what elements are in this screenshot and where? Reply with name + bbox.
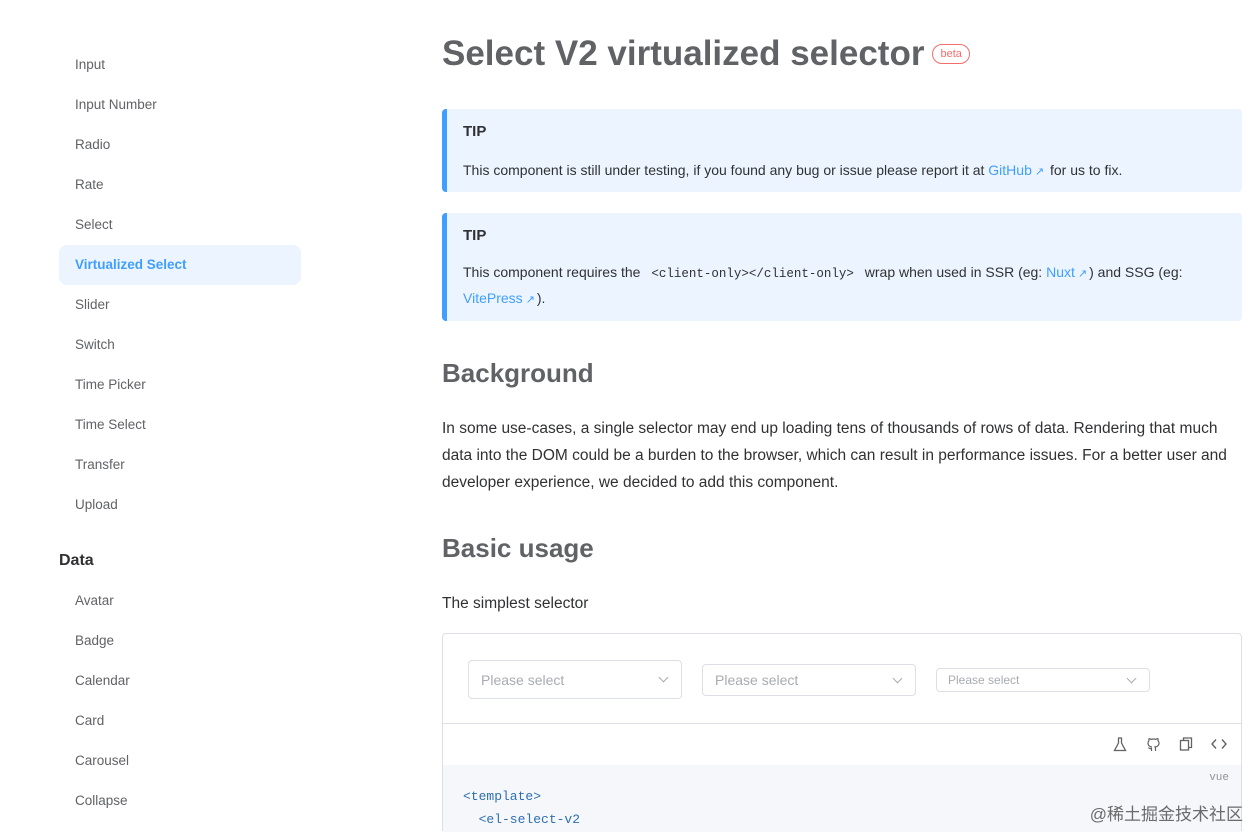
sidebar-item-upload[interactable]: Upload: [59, 485, 301, 525]
sidebar-item-badge[interactable]: Badge: [59, 621, 301, 661]
select-small[interactable]: Please select: [936, 668, 1150, 692]
tip-text-part: for us to fix.: [1046, 162, 1122, 178]
beta-badge: beta: [932, 44, 969, 64]
tip-text-part: wrap when used in SSR (eg:: [861, 264, 1046, 280]
code-lang-label: vue: [1209, 772, 1229, 784]
page-title-text: Select V2 virtualized selector: [442, 34, 924, 74]
tip-title: TIP: [463, 227, 1226, 244]
nuxt-link-label: Nuxt: [1046, 264, 1075, 280]
nuxt-link[interactable]: Nuxt↗: [1046, 264, 1089, 280]
sidebar-item-carousel[interactable]: Carousel: [59, 741, 301, 781]
copy-icon[interactable]: [1178, 736, 1194, 752]
sidebar-item-input[interactable]: Input: [59, 45, 301, 85]
github-link-label: GitHub: [988, 162, 1032, 178]
select-placeholder: Please select: [715, 672, 798, 688]
tip-text-part: This component requires the: [463, 264, 644, 280]
sidebar-item-avatar[interactable]: Avatar: [59, 581, 301, 621]
github-icon[interactable]: [1145, 736, 1161, 752]
tip-text: This component is still under testing, i…: [463, 158, 1226, 184]
tip-text-part: ).: [537, 290, 546, 306]
tip-text-part: ) and SSG (eg:: [1089, 264, 1182, 280]
select-placeholder: Please select: [481, 672, 564, 688]
tip-testing: TIP This component is still under testin…: [442, 109, 1242, 192]
sidebar-item-calendar[interactable]: Calendar: [59, 661, 301, 701]
tip-text: This component requires the <client-only…: [463, 260, 1226, 312]
sidebar-group-data: Data: [59, 552, 94, 570]
sidebar-item-switch[interactable]: Switch: [59, 325, 301, 365]
select-placeholder: Please select: [948, 673, 1019, 687]
flask-icon[interactable]: [1112, 736, 1128, 752]
sidebar-item-card[interactable]: Card: [59, 701, 301, 741]
sidebar-item-time-select[interactable]: Time Select: [59, 405, 301, 445]
sidebar-item-slider[interactable]: Slider: [59, 285, 301, 325]
inline-code: <client-only></client-only>: [644, 265, 861, 283]
watermark: @稀土掘金技术社区: [1090, 800, 1243, 825]
external-link-icon: ↗: [526, 288, 535, 312]
sidebar-item-radio[interactable]: Radio: [59, 125, 301, 165]
tip-title: TIP: [463, 123, 1226, 140]
page-title: Select V2 virtualized selector beta: [442, 34, 970, 74]
sidebar-item-input-number[interactable]: Input Number: [59, 85, 301, 125]
sidebar-item-select[interactable]: Select: [59, 205, 301, 245]
sidebar-item-rate[interactable]: Rate: [59, 165, 301, 205]
github-link[interactable]: GitHub↗: [988, 162, 1046, 178]
chevron-down-icon: [1127, 673, 1137, 683]
code-icon[interactable]: [1211, 736, 1227, 752]
sidebar-item-transfer[interactable]: Transfer: [59, 445, 301, 485]
select-large[interactable]: Please select: [468, 660, 682, 699]
background-paragraph: In some use-cases, a single selector may…: [442, 415, 1232, 496]
vitepress-link-label: VitePress: [463, 290, 523, 306]
background-heading: Background: [442, 358, 594, 389]
tip-ssr: TIP This component requires the <client-…: [442, 213, 1242, 321]
chevron-down-icon: [893, 673, 903, 683]
external-link-icon: ↗: [1035, 160, 1044, 184]
basic-usage-heading: Basic usage: [442, 533, 594, 564]
demo-toolbar: [1112, 736, 1227, 752]
tip-text-part: This component is still under testing, i…: [463, 162, 988, 178]
external-link-icon: ↗: [1078, 262, 1087, 286]
demo-divider: [443, 723, 1241, 724]
code-line: <el-select-v2: [463, 812, 580, 827]
sidebar-item-time-picker[interactable]: Time Picker: [59, 365, 301, 405]
sidebar-item-collapse[interactable]: Collapse: [59, 781, 301, 821]
select-default[interactable]: Please select: [702, 664, 916, 696]
basic-usage-description: The simplest selector: [442, 590, 1232, 617]
sidebar-item-virtualized-select[interactable]: Virtualized Select: [59, 245, 301, 285]
chevron-down-icon: [659, 673, 669, 683]
code-line: <template>: [463, 789, 541, 804]
vitepress-link[interactable]: VitePress↗: [463, 290, 537, 306]
sidebar-nav: Input Input Number Radio Rate Select Vir…: [0, 0, 310, 831]
